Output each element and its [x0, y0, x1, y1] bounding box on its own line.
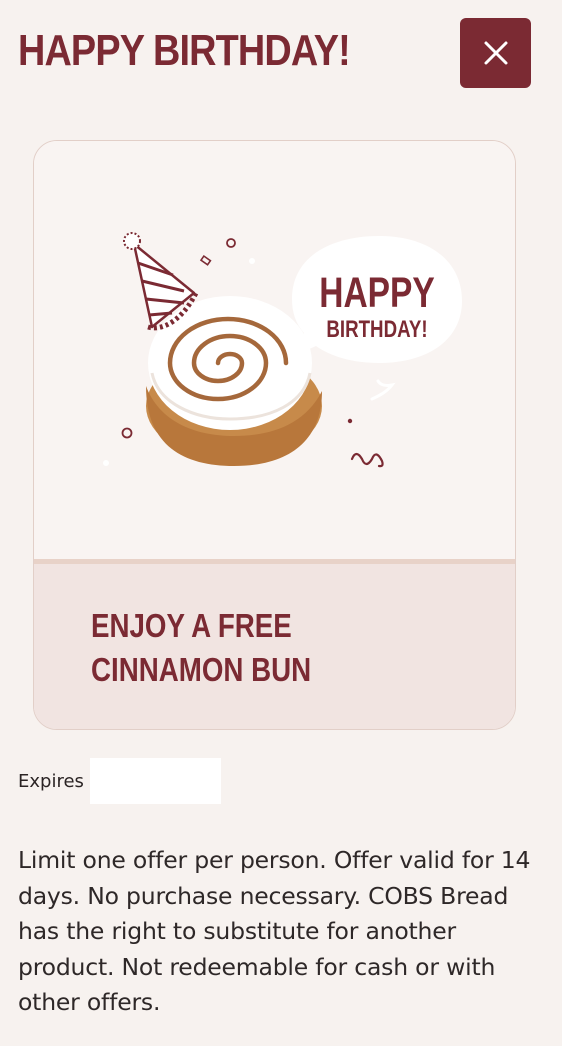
expires-value — [89, 758, 221, 804]
expires-label: Expires — [18, 770, 84, 792]
confetti-icon — [347, 418, 353, 424]
birthday-cinnamon-bun-illustration: HAPPY BIRTHDAY! — [103, 232, 462, 468]
offer-illustration: HAPPY BIRTHDAY! — [34, 141, 515, 559]
close-icon — [484, 41, 507, 65]
offer-card[interactable]: HAPPY BIRTHDAY! ENJOY A FREE CINNAMON BU… — [33, 140, 516, 730]
offer-terms: Limit one offer per person. Offer valid … — [18, 846, 531, 1016]
page-title: HAPPY BIRTHDAY! — [18, 26, 351, 75]
offer-title-line2: CINNAMON BUN — [91, 651, 312, 688]
close-button[interactable] — [460, 18, 531, 88]
confetti-icon — [226, 238, 236, 248]
speech-bubble-line2: BIRTHDAY! — [326, 316, 427, 343]
header: HAPPY BIRTHDAY! — [0, 0, 562, 110]
confetti-icon — [103, 460, 109, 466]
offer-title: ENJOY A FREE CINNAMON BUN — [91, 604, 410, 692]
speech-bubble-line1: HAPPY — [319, 269, 435, 317]
expires-row: Expires — [18, 758, 221, 804]
confetti-icon — [199, 254, 212, 266]
card-footer: ENJOY A FREE CINNAMON BUN — [34, 564, 515, 729]
speech-bubble: HAPPY BIRTHDAY! — [292, 236, 462, 363]
streamer-icon — [370, 379, 396, 401]
offer-title-line1: ENJOY A FREE — [91, 607, 292, 644]
confetti-icon — [249, 258, 255, 264]
squiggle-icon — [350, 452, 384, 468]
confetti-icon — [121, 427, 133, 439]
